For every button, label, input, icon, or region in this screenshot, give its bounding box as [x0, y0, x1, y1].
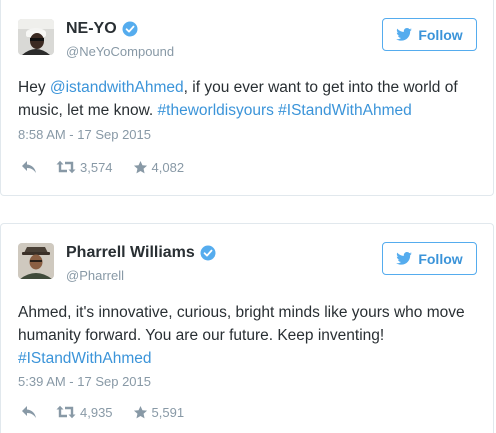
- reply-icon: [22, 406, 36, 418]
- like-button[interactable]: 4,082: [133, 159, 185, 175]
- author-name-link[interactable]: NE-YO: [66, 20, 138, 38]
- tweet-text: Ahmed, it's innovative, curious, bright …: [18, 301, 481, 370]
- verified-badge-icon: [200, 245, 216, 261]
- hashtag-link[interactable]: #theworldisyours: [158, 102, 274, 119]
- follow-button[interactable]: Follow: [382, 242, 477, 275]
- tweet-actions: 3,574 4,082: [21, 157, 184, 177]
- twitter-bird-icon: [396, 252, 413, 265]
- author-handle[interactable]: @NeYoCompound: [66, 44, 174, 59]
- star-icon: [133, 405, 147, 418]
- tweet-text: Hey @istandwithAhmed, if you ever want t…: [18, 76, 481, 122]
- author-handle[interactable]: @Pharrell: [66, 268, 124, 283]
- retweet-count: 3,574: [80, 159, 113, 175]
- tweet-text-segment: Ahmed, it's innovative, curious, bright …: [18, 304, 465, 344]
- author-name: Pharrell Williams: [66, 244, 195, 261]
- tweet-timestamp[interactable]: 8:58 AM - 17 Sep 2015: [18, 127, 151, 142]
- follow-label: Follow: [418, 250, 463, 267]
- author-name-link[interactable]: Pharrell Williams: [66, 244, 216, 262]
- follow-button[interactable]: Follow: [382, 18, 477, 51]
- follow-label: Follow: [418, 26, 463, 43]
- reply-button[interactable]: [21, 160, 39, 174]
- reply-button[interactable]: [21, 405, 39, 419]
- retweet-icon: [56, 405, 76, 419]
- author-name: NE-YO: [66, 20, 117, 37]
- tweet-card: Pharrell Williams @Pharrell Follow Ahmed…: [0, 223, 494, 433]
- tweet-card: NE-YO @NeYoCompound Follow Hey @istandwi…: [0, 0, 494, 196]
- like-count: 5,591: [151, 404, 185, 420]
- retweet-count: 4,935: [80, 404, 113, 420]
- like-button[interactable]: 5,591: [133, 404, 185, 420]
- hashtag-link[interactable]: #IStandWithAhmed: [18, 350, 152, 367]
- retweet-button[interactable]: 4,935: [56, 405, 113, 420]
- twitter-bird-icon: [396, 28, 413, 41]
- star-icon: [133, 160, 147, 173]
- tweet-actions: 4,935 5,591: [21, 402, 184, 422]
- reply-icon: [22, 161, 36, 173]
- tweet-text-segment: Hey: [18, 79, 50, 96]
- retweet-icon: [56, 160, 76, 174]
- hashtag-link[interactable]: #IStandWithAhmed: [278, 102, 412, 119]
- mention-link[interactable]: @istandwithAhmed: [50, 79, 184, 96]
- retweet-button[interactable]: 3,574: [56, 160, 113, 175]
- like-count: 4,082: [151, 159, 185, 175]
- tweet-timestamp[interactable]: 5:39 AM - 17 Sep 2015: [18, 374, 151, 389]
- author-avatar[interactable]: [18, 19, 54, 55]
- author-avatar[interactable]: [18, 243, 54, 279]
- verified-badge-icon: [122, 21, 138, 37]
